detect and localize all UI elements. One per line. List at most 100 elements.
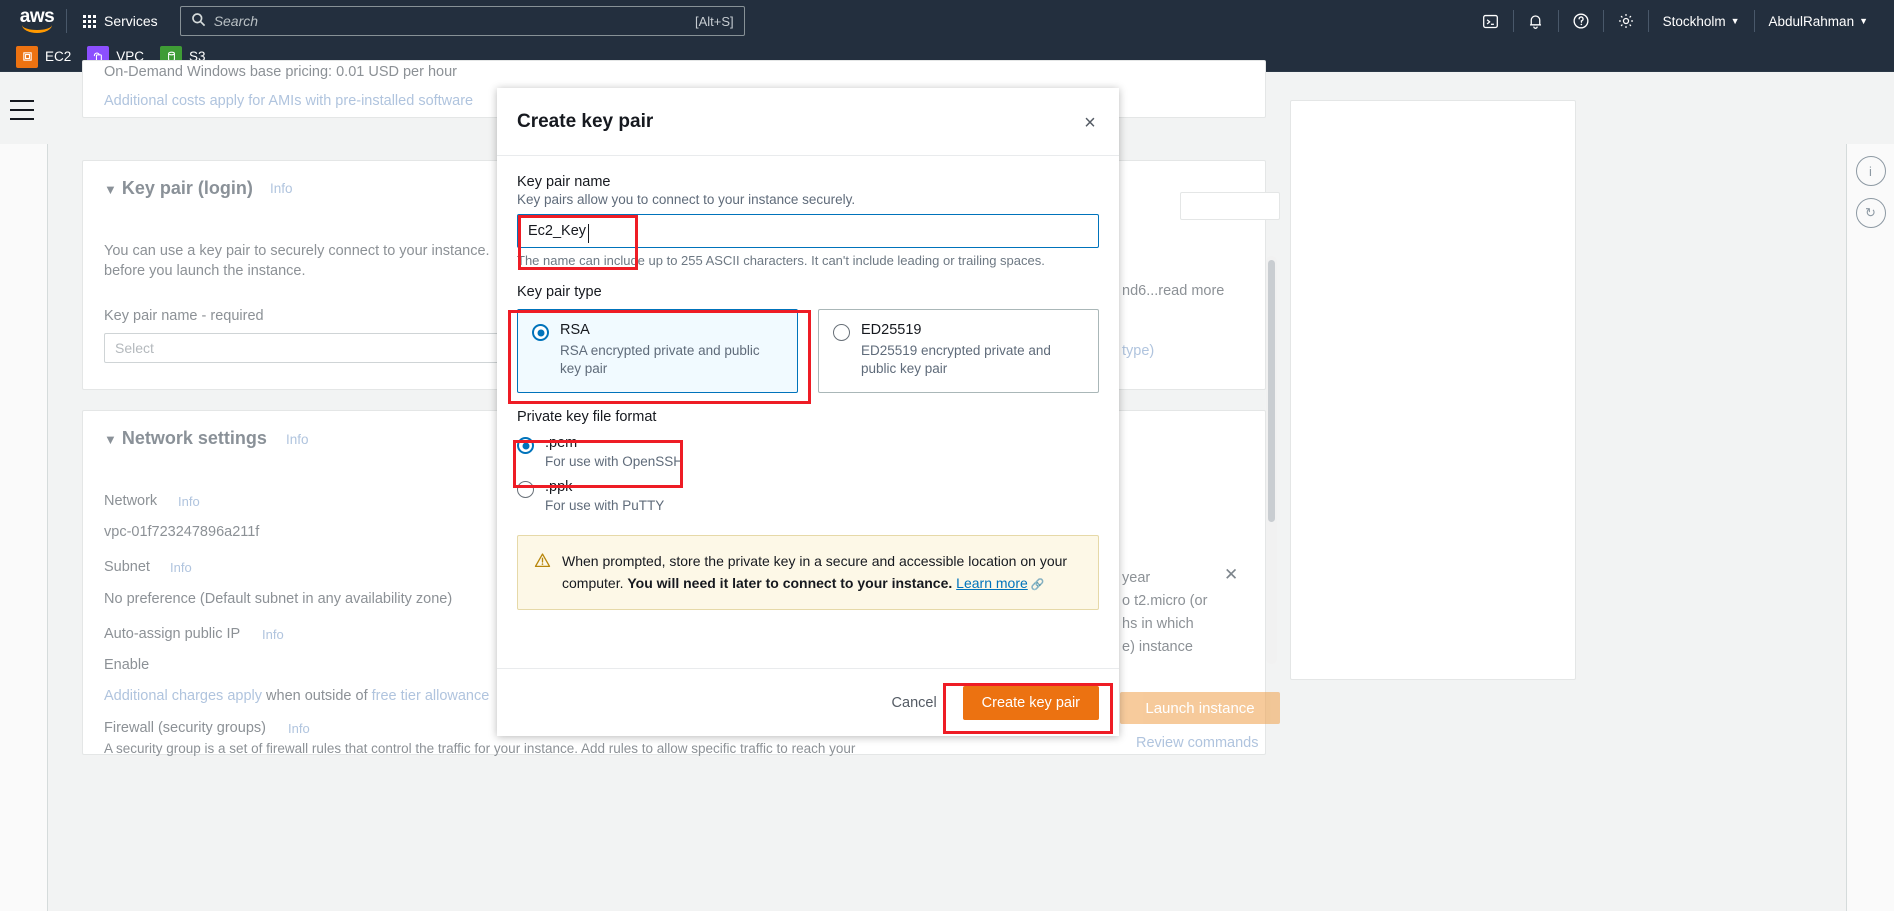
bg-subnet-value: No preference (Default subnet in any ava… [104, 591, 453, 607]
radio-icon[interactable] [517, 437, 534, 454]
key-pair-type-option-ed25519[interactable]: ED25519 ED25519 encrypted private and pu… [818, 309, 1099, 393]
aws-logo-text: aws [19, 6, 55, 27]
search-icon [191, 12, 206, 30]
ppk-title: .ppk [545, 479, 573, 495]
bg-review-commands-link[interactable]: Review commands [1136, 735, 1259, 751]
gear-icon[interactable] [1604, 0, 1648, 42]
account-menu[interactable]: AbdulRahman ▼ [1755, 14, 1882, 29]
search-input[interactable] [213, 13, 696, 29]
bg-subnet-info[interactable]: Info [170, 560, 192, 575]
bg-summary-snip-3: year [1122, 570, 1151, 586]
pem-title: .pem [545, 435, 578, 451]
key-pair-name-description: Key pairs allow you to connect to your i… [517, 192, 856, 207]
right-rail: i ↻ [1846, 144, 1894, 911]
chevron-down-icon: ▼ [1859, 16, 1868, 26]
favorite-ec2[interactable]: EC2 [16, 45, 72, 68]
key-pair-name-input[interactable] [517, 214, 1099, 248]
services-label: Services [104, 13, 158, 29]
bg-pricing-note: On-Demand Windows base pricing: 0.01 USD… [104, 64, 457, 80]
modal-header: Create key pair × [497, 88, 1119, 156]
text-cursor [588, 224, 589, 243]
store-private-key-alert: When prompted, store the private key in … [517, 535, 1099, 610]
rsa-description: RSA encrypted private and public key pai… [560, 343, 760, 377]
info-panel-icon[interactable]: i [1855, 156, 1886, 186]
radio-icon[interactable] [833, 324, 850, 341]
favorite-ec2-label: EC2 [45, 49, 72, 64]
cloudshell-icon[interactable] [1469, 0, 1513, 42]
rsa-title: RSA [560, 322, 590, 338]
format-option-pem[interactable]: .pem For use with OpenSSH [517, 435, 1099, 469]
bg-network-info[interactable]: Info [286, 432, 309, 447]
alert-text-bold: You will need it later to connect to you… [627, 575, 953, 592]
bg-card-summary [1290, 100, 1576, 680]
ec2-service-icon [16, 45, 38, 68]
bg-summary-snip-1: nd6...read more [1122, 283, 1225, 299]
bg-ami-note: Additional costs apply for AMIs with pre… [104, 93, 474, 109]
aws-logo-smile [22, 25, 52, 33]
learn-more-link[interactable]: Learn more [956, 575, 1028, 591]
bg-launch-instance-button[interactable]: Launch instance [1120, 692, 1280, 724]
bg-network-value: vpc-01f723247896a211f [104, 524, 260, 540]
key-pair-name-group: Key pair name Key pairs allow you to con… [517, 174, 1099, 268]
private-key-format-label: Private key file format [517, 409, 657, 425]
aws-console-page: aws Services [Alt+S] [0, 0, 1894, 911]
radio-icon[interactable] [532, 324, 549, 341]
alert-text: When prompted, store the private key in … [562, 550, 1082, 595]
bg-keypair-name-label: Key pair name - required [104, 308, 264, 324]
cancel-button[interactable]: Cancel [882, 687, 947, 719]
nav-toggle-icon[interactable] [10, 100, 34, 120]
ppk-description: For use with PuTTY [545, 498, 665, 513]
nav-right-group: Stockholm ▼ AbdulRahman ▼ [1469, 0, 1894, 42]
bg-keypair-desc-1: You can use a key pair to securely conne… [104, 243, 490, 259]
chevron-down-icon: ▼ [1730, 16, 1740, 26]
key-pair-type-option-rsa[interactable]: RSA RSA encrypted private and public key… [517, 309, 798, 393]
help-icon[interactable] [1559, 0, 1603, 42]
external-link-icon: 🔗 [1027, 579, 1045, 592]
pem-description: For use with OpenSSH [545, 454, 684, 469]
create-key-pair-button[interactable]: Create key pair [962, 685, 1099, 720]
bg-summary-snip-2: type) [1122, 343, 1155, 359]
key-pair-type-label: Key pair type [517, 284, 602, 300]
bg-firewall-desc: A security group is a set of firewall ru… [104, 741, 856, 756]
radio-icon[interactable] [517, 481, 534, 498]
format-option-ppk[interactable]: .ppk For use with PuTTY [517, 479, 1099, 513]
global-search-box[interactable]: [Alt+S] [179, 6, 745, 36]
aws-logo[interactable]: aws [0, 0, 62, 42]
bg-network-info-2[interactable]: Info [178, 494, 200, 509]
bg-keypair-desc-2: before you launch the instance. [104, 263, 306, 279]
close-icon[interactable]: × [1077, 110, 1103, 136]
modal-footer: Cancel Create key pair [497, 668, 1119, 736]
key-pair-type-group: Key pair type RSA RSA encrypted private … [517, 284, 1099, 393]
bg-network-label: Network [104, 493, 158, 509]
nav-divider [66, 9, 67, 33]
bell-icon[interactable] [1514, 0, 1558, 42]
services-menu-button[interactable]: Services [71, 0, 170, 42]
bg-firewall-label: Firewall (security groups) [104, 720, 266, 736]
search-shortcut-hint: [Alt+S] [695, 13, 734, 29]
waffle-grid-icon [83, 14, 96, 28]
create-key-pair-modal: Create key pair × Key pair name Key pair… [497, 88, 1119, 736]
bg-summary-close-icon[interactable]: ✕ [1224, 565, 1238, 585]
bg-autoassign-value: Enable [104, 657, 150, 673]
bg-subnet-label: Subnet [104, 559, 150, 575]
region-label: Stockholm [1662, 13, 1726, 29]
bg-autoassign-info[interactable]: Info [262, 627, 284, 642]
warning-triangle-icon [534, 552, 551, 595]
summary-scroll-thumb[interactable] [1268, 260, 1275, 522]
bg-firewall-info[interactable]: Info [288, 721, 310, 736]
bg-autoassign-label: Auto-assign public IP [104, 626, 241, 642]
history-panel-icon[interactable]: ↻ [1855, 198, 1886, 228]
learn-more-label: Learn more [956, 575, 1028, 592]
ed25519-description: ED25519 encrypted private and public key… [861, 343, 1051, 377]
private-key-format-group: Private key file format .pem For use wit… [517, 409, 1099, 513]
bg-keypair-info[interactable]: Info [270, 181, 293, 196]
bg-card-aux [1180, 192, 1280, 220]
region-selector[interactable]: Stockholm ▼ [1649, 14, 1754, 29]
bg-network-heading: ▼ Network settings [104, 428, 267, 448]
bg-charges-note: Additional charges apply when outside of… [104, 688, 490, 704]
account-label: AbdulRahman [1768, 13, 1855, 29]
left-rail [0, 144, 48, 911]
key-pair-name-constraint: The name can include up to 255 ASCII cha… [517, 253, 1045, 268]
bg-summary-snip-6: e) instance [1122, 639, 1193, 655]
bg-summary-snip-4: o t2.micro (or [1122, 593, 1208, 609]
